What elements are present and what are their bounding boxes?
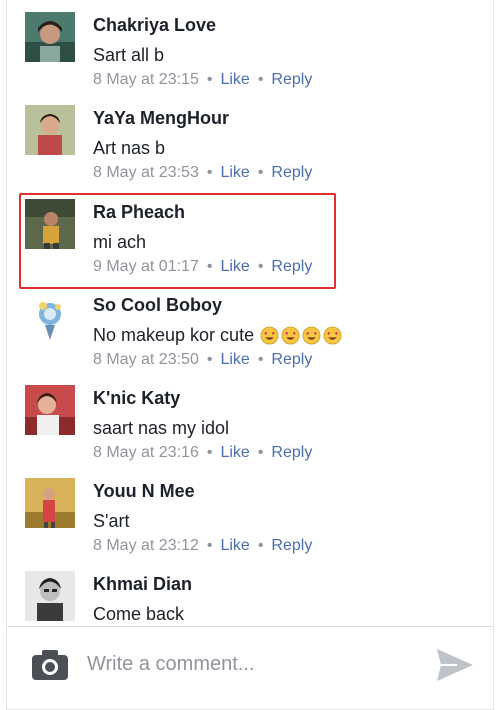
like-link[interactable]: Like [220,444,249,461]
comment-timestamp[interactable]: 8 May at 23:50 [93,351,199,368]
separator-dot: • [257,164,264,181]
reply-link[interactable]: Reply [271,164,312,181]
comment-text: mi ach [93,232,147,252]
separator-dot: • [206,537,213,554]
comment-text: saart nas my idol [93,418,230,438]
comment-meta: 8 May at 23:16 • Like • Reply [93,444,312,462]
avatar[interactable] [25,105,75,155]
comment-author[interactable]: K'nic Katy [93,388,180,409]
comment-item: YaYa MengHour Art nas b 8 May at 23:53 • L… [7,93,493,186]
comment-list: Chakriya Love Sart all b 8 May at 23:15 •… [7,0,493,624]
comment-author[interactable]: Khmai Dian [93,574,192,595]
comment-author[interactable]: So Cool Boboy [93,295,222,316]
comment-item: Ra Pheach mi ach 9 May at 01:17 • Like • Rep… [7,187,493,280]
comment-meta: 8 May at 23:15 • Like • Reply [93,71,312,89]
comment-text: Art nas b [93,138,166,158]
comment-text: Come back [93,604,185,624]
comment-item: Khmai Dian Come back [7,559,493,624]
comment-item: Chakriya Love Sart all b 8 May at 23:15 •… [7,0,493,93]
reply-link[interactable]: Reply [271,537,312,554]
comment-text-value: No makeup kor cute [93,325,255,345]
like-link[interactable]: Like [220,537,249,554]
comment-composer [7,627,493,709]
separator-dot: • [206,71,213,88]
comment-text: Sart all b [93,45,165,65]
avatar[interactable] [25,199,75,249]
reply-link[interactable]: Reply [271,351,312,368]
heart-eyes-emoji-icon [323,326,342,345]
heart-eyes-emoji-icon [260,326,279,345]
comment-author[interactable]: YaYa MengHour [93,108,229,129]
comment-author[interactable]: Youu N Mee [93,481,195,502]
heart-eyes-emoji-icon [302,326,321,345]
comment-meta: 8 May at 23:53 • Like • Reply [93,164,312,182]
avatar[interactable] [25,478,75,528]
reply-link[interactable]: Reply [271,444,312,461]
separator-dot: • [257,444,264,461]
separator-dot: • [206,164,213,181]
comment-input[interactable] [87,649,407,679]
comment-item: K'nic Katy saart nas my idol 8 May at 23… [7,373,493,466]
avatar[interactable] [25,571,75,621]
send-icon[interactable] [435,647,475,683]
avatar[interactable] [25,12,75,62]
like-link[interactable]: Like [220,164,249,181]
like-link[interactable]: Like [220,258,249,275]
comment-text: No makeup kor cute [93,325,342,346]
separator-dot: • [206,258,213,275]
reply-link[interactable]: Reply [271,71,312,88]
separator-dot: • [206,351,213,368]
separator-dot: • [206,444,213,461]
like-link[interactable]: Like [220,71,249,88]
comment-meta: 8 May at 23:12 • Like • Reply [93,537,312,555]
heart-eyes-emoji-icon [281,326,300,345]
comment-author[interactable]: Chakriya Love [93,15,216,36]
separator-dot: • [257,258,264,275]
avatar[interactable] [25,292,75,342]
camera-icon[interactable] [31,649,69,681]
separator-dot: • [257,537,264,554]
comment-meta: 8 May at 23:50 • Like • Reply [93,351,312,369]
comment-timestamp[interactable]: 9 May at 01:17 [93,258,199,275]
comments-panel: Chakriya Love Sart all b 8 May at 23:15 •… [6,0,494,710]
reply-link[interactable]: Reply [271,258,312,275]
comment-timestamp[interactable]: 8 May at 23:16 [93,444,199,461]
comment-text: S'art [93,511,130,531]
comment-item: Youu N Mee S'art 8 May at 23:12 • Like • Rep… [7,466,493,559]
comment-timestamp[interactable]: 8 May at 23:15 [93,71,199,88]
comment-item: So Cool Boboy No makeup kor cute 8 May a… [7,280,493,373]
comment-meta: 9 May at 01:17 • Like • Reply [93,258,312,276]
comment-timestamp[interactable]: 8 May at 23:12 [93,537,199,554]
like-link[interactable]: Like [220,351,249,368]
separator-dot: • [257,71,264,88]
separator-dot: • [257,351,264,368]
comment-timestamp[interactable]: 8 May at 23:53 [93,164,199,181]
comment-author[interactable]: Ra Pheach [93,202,185,223]
avatar[interactable] [25,385,75,435]
